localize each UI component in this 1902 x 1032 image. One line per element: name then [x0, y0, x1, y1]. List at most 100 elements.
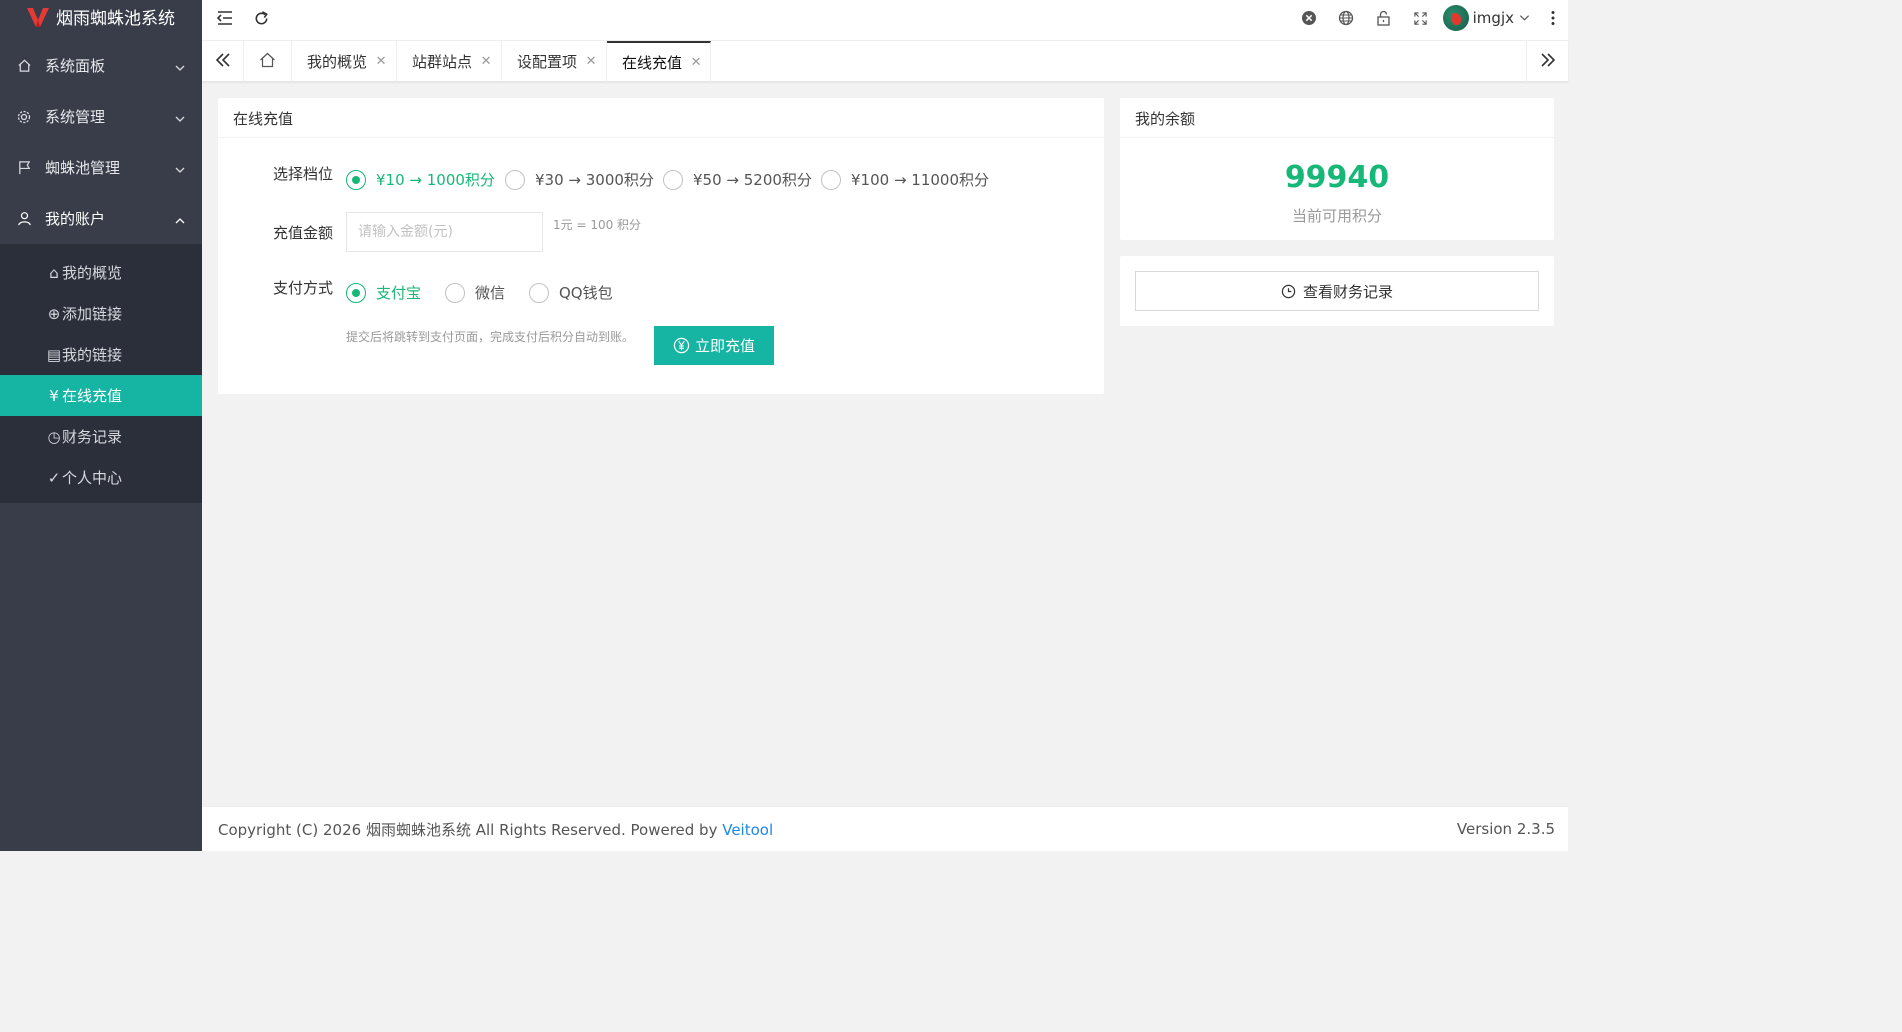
tab-overview[interactable]: 我的概览 ✕: [292, 41, 397, 82]
user-menu[interactable]: imgjx: [1442, 2, 1530, 34]
tier-option-10[interactable]: ¥10 → 1000积分: [346, 169, 495, 190]
chevron-up-icon: [174, 213, 186, 225]
tier-option-100[interactable]: ¥100 → 11000积分: [821, 169, 989, 190]
double-chevron-right-icon: [1540, 52, 1556, 72]
radio-icon: [821, 169, 841, 190]
logo-icon: [26, 6, 50, 28]
sidebar-item-add-link[interactable]: ⊕ 添加链接: [0, 293, 202, 334]
fullscreen-button[interactable]: [1405, 5, 1435, 35]
globe-icon: [1338, 10, 1354, 30]
footer-copyright: Copyright (C) 2026 烟雨蜘蛛池系统 All Rights Re…: [218, 819, 1457, 840]
collapse-menu-button[interactable]: [210, 5, 240, 35]
sidebar-item-my-links[interactable]: ▤ 我的链接: [0, 334, 202, 375]
chevron-down-icon: [174, 162, 186, 174]
sidebar-item-overview[interactable]: ⌂ 我的概览: [0, 252, 202, 293]
app-logo[interactable]: 烟雨蜘蛛池系统: [0, 0, 202, 33]
clear-cache-button[interactable]: [1294, 5, 1324, 35]
radio-icon: [529, 282, 549, 303]
home-icon: [259, 52, 276, 72]
user-icon: [16, 211, 32, 227]
nav-label: 系统管理: [45, 108, 106, 126]
tab-label: 在线充值: [622, 54, 683, 72]
language-button[interactable]: [1331, 5, 1361, 35]
yen-circle-icon: ¥: [49, 386, 59, 405]
tab-bar: 我的概览 ✕ 站群站点 ✕ 设配置项 ✕ 在线充值 ✕: [202, 41, 1568, 82]
sidebar-item-recharge[interactable]: ¥ 在线充值: [0, 375, 202, 416]
sidebar-item-finance[interactable]: ◷ 财务记录: [0, 416, 202, 457]
tier-option-50[interactable]: ¥50 → 5200积分: [663, 169, 812, 190]
gear-icon: [16, 109, 32, 125]
refresh-icon: [253, 10, 270, 31]
account-submenu: ⌂ 我的概览 ⊕ 添加链接 ▤ 我的链接 ¥ 在线充值 ◷ 财务记录 ✓ 个人中…: [0, 244, 202, 503]
balance-value: 99940: [1284, 160, 1390, 195]
submit-note: 提交后将跳转到支付页面，完成支付后积分自动到账。: [346, 330, 635, 344]
tab-home[interactable]: [244, 41, 292, 82]
username: imgjx: [1472, 9, 1514, 27]
lock-icon: [1376, 10, 1391, 30]
view-finance-records-button[interactable]: 查看财务记录: [1135, 271, 1539, 311]
balance-caption: 当前可用积分: [1291, 207, 1382, 225]
chevron-down-icon: [174, 111, 186, 123]
pay-option-alipay[interactable]: 支付宝: [346, 282, 421, 303]
radio-label: 支付宝: [376, 284, 422, 302]
tab-scroll-right-button[interactable]: [1526, 41, 1568, 82]
copyright-text: Copyright (C) 2026 烟雨蜘蛛池系统 All Rights Re…: [218, 820, 723, 839]
tab-label: 站群站点: [412, 53, 473, 71]
menu-fold-icon: [216, 10, 234, 30]
amount-input[interactable]: [346, 212, 543, 252]
footer-version: Version 2.3.5: [1456, 820, 1555, 838]
fullscreen-icon: [1413, 11, 1428, 30]
close-icon[interactable]: ✕: [375, 54, 387, 69]
amount-hint: 1元 = 100 积分: [553, 218, 642, 232]
tab-config[interactable]: 设配置项 ✕: [502, 41, 607, 82]
pay-method-label: 支付方式: [273, 279, 334, 297]
radio-icon: [346, 169, 366, 190]
close-icon[interactable]: ✕: [585, 54, 597, 69]
more-button[interactable]: [1538, 5, 1568, 35]
close-icon[interactable]: ✕: [690, 55, 702, 70]
home-icon: [16, 58, 32, 74]
submit-recharge-button[interactable]: 立即充值: [654, 326, 774, 365]
plus-circle-icon: ⊕: [47, 304, 61, 323]
radio-label: ¥30 → 3000积分: [535, 171, 654, 189]
refresh-button[interactable]: [246, 5, 276, 35]
pay-option-wechat[interactable]: 微信: [445, 282, 505, 303]
nav-my-account[interactable]: 我的账户: [0, 193, 202, 244]
sidebar-item-label: 财务记录: [62, 428, 123, 446]
nav-system-manage[interactable]: 系统管理: [0, 91, 202, 142]
pay-option-qq[interactable]: QQ钱包: [529, 282, 613, 303]
sidebar: 烟雨蜘蛛池系统 系统面板 系统管理 蜘蛛池管理 我的账户 ⌂ 我的概览 ⊕ 添加…: [0, 0, 202, 851]
button-label: 立即充值: [694, 337, 755, 355]
balance-card-title: 我的余额: [1120, 98, 1554, 138]
yen-circle-icon: [673, 337, 690, 354]
tab-scroll-left-button[interactable]: [202, 41, 244, 82]
tab-label: 设配置项: [517, 53, 578, 71]
tier-label: 选择档位: [273, 165, 334, 183]
nav-system-panel[interactable]: 系统面板: [0, 40, 202, 91]
recharge-card-title: 在线充值: [218, 98, 1104, 138]
radio-label: QQ钱包: [559, 284, 613, 302]
recharge-card: 在线充值 选择档位 ¥10 → 1000积分 ¥30 → 3000积分 ¥50 …: [218, 98, 1104, 394]
radio-label: ¥10 → 1000积分: [376, 171, 495, 189]
amount-label: 充值金额: [273, 224, 334, 242]
lock-screen-button[interactable]: [1368, 5, 1398, 35]
tab-sites[interactable]: 站群站点 ✕: [397, 41, 502, 82]
chevron-down-icon: [174, 60, 186, 72]
nav-spider-pool[interactable]: 蜘蛛池管理: [0, 142, 202, 193]
sidebar-item-label: 添加链接: [62, 305, 123, 323]
document-icon: ▤: [46, 345, 62, 364]
sidebar-item-profile[interactable]: ✓ 个人中心: [0, 457, 202, 498]
records-card: 查看财务记录: [1120, 256, 1554, 326]
tier-option-30[interactable]: ¥30 → 3000积分: [505, 169, 654, 190]
shield-check-icon: ✓: [47, 468, 61, 487]
chevron-down-icon: [1519, 9, 1530, 27]
footer-link[interactable]: Veitool: [722, 821, 773, 839]
tab-recharge[interactable]: 在线充值 ✕: [607, 41, 711, 82]
double-chevron-left-icon: [215, 52, 231, 72]
home-icon: ⌂: [49, 263, 59, 282]
top-header: imgjx: [202, 0, 1568, 41]
tab-label: 我的概览: [307, 53, 368, 71]
close-icon[interactable]: ✕: [480, 54, 492, 69]
radio-icon: [445, 282, 465, 303]
more-vertical-icon: [1551, 10, 1555, 30]
